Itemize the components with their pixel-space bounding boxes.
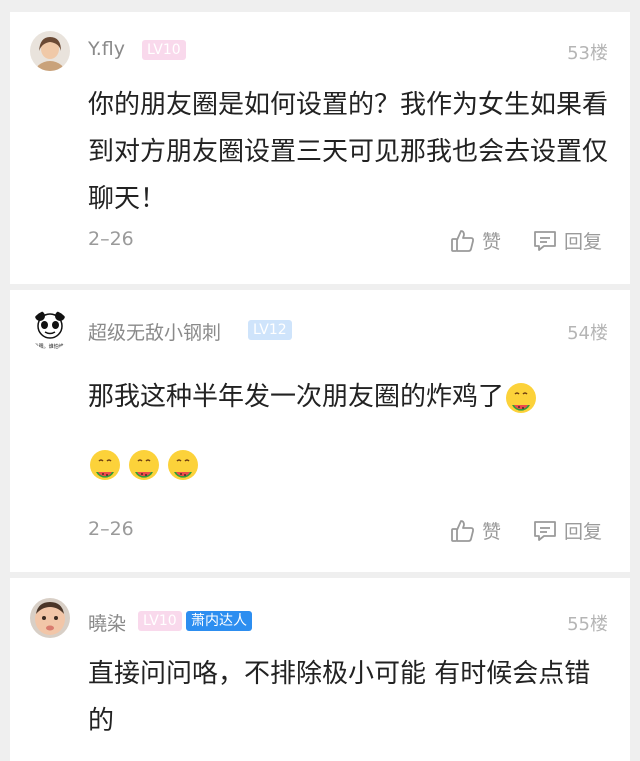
comment-card: 我跟。谁怕谁? 超级无敌小钢刺 LV12 54楼 那我这种半年发一次朋友圈的炸鸡… — [10, 290, 630, 572]
like-button[interactable]: 赞 — [450, 517, 501, 544]
reply-label: 回复 — [564, 521, 603, 543]
thumbs-up-icon — [451, 229, 474, 252]
floor-number: 55楼 — [567, 614, 608, 635]
level-badge: LV10 — [142, 40, 186, 60]
title-badge: 萧内达人 — [186, 611, 252, 631]
comment-text-content: 那我这种半年发一次朋友圈的炸鸡了 — [88, 382, 505, 412]
level-badge: LV10 — [138, 611, 182, 631]
watermelon-emoji — [90, 450, 120, 480]
level-badge: LV12 — [248, 320, 292, 340]
like-label: 赞 — [482, 521, 502, 543]
like-button[interactable]: 赞 — [450, 227, 501, 254]
avatar[interactable] — [30, 598, 70, 638]
thumbs-up-icon — [451, 519, 474, 542]
avatar[interactable]: 我跟。谁怕谁? — [30, 310, 70, 350]
username[interactable]: Y.fly — [88, 38, 125, 60]
comment-card: 曉染 LV10 萧内达人 55楼 直接问问咯，不排除极小可能 有时候会点错的 — [10, 578, 630, 761]
comment-bubble-icon — [534, 520, 556, 541]
reply-button[interactable]: 回复 — [532, 227, 602, 254]
avatar-caption: 我跟。谁怕谁? — [34, 343, 67, 350]
username[interactable]: 曉染 — [88, 609, 126, 636]
emoji-row — [88, 448, 200, 482]
watermelon-emoji — [506, 382, 537, 413]
floor-number: 54楼 — [567, 323, 608, 344]
floor-number: 53楼 — [567, 43, 608, 64]
comment-date: 2–26 — [88, 228, 134, 250]
comment-text: 那我这种半年发一次朋友圈的炸鸡了 — [88, 374, 628, 421]
comment-date: 2–26 — [88, 518, 134, 540]
comment-text: 直接问问咯，不排除极小可能 有时候会点错的 — [88, 659, 591, 736]
comment-bubble-icon — [534, 230, 556, 251]
like-label: 赞 — [482, 231, 502, 253]
reply-label: 回复 — [564, 231, 603, 253]
watermelon-emoji — [168, 450, 199, 480]
avatar[interactable] — [30, 31, 70, 71]
watermelon-emoji — [129, 450, 160, 480]
comment-card: Y.fly LV10 53楼 你的朋友圈是如何设置的？我作为女生如果看到对方朋友… — [10, 12, 630, 284]
reply-button[interactable]: 回复 — [532, 517, 602, 544]
comment-text: 你的朋友圈是如何设置的？我作为女生如果看到对方朋友圈设置三天可见那我也会去设置仅… — [88, 90, 609, 214]
username[interactable]: 超级无敌小钢刺 — [88, 318, 221, 345]
